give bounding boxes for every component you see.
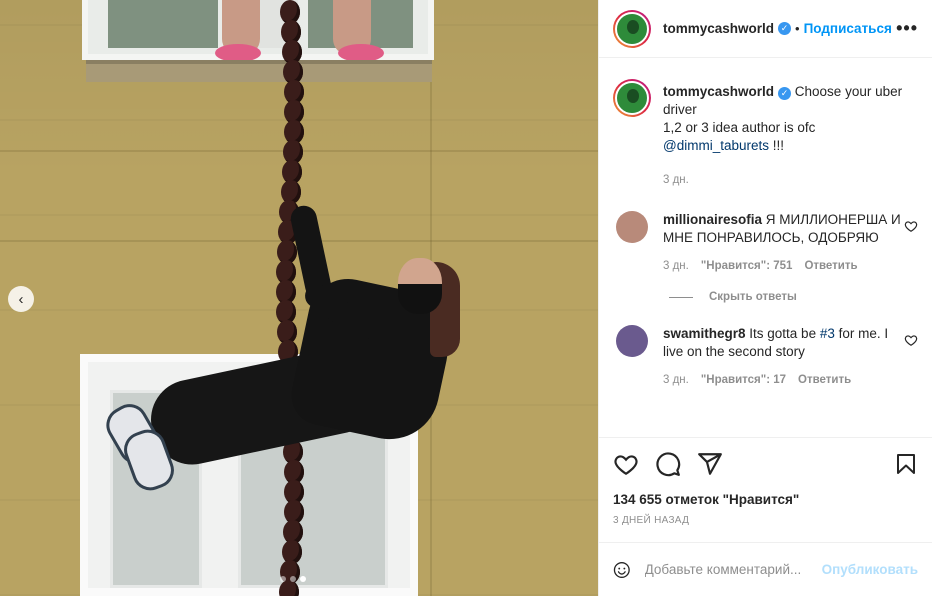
comment-input[interactable] [644,562,822,577]
post-date[interactable]: 3 ДНЕЙ НАЗАД [613,515,918,526]
emoji-icon[interactable] [613,558,631,582]
comment-likes[interactable]: "Нравится": 17 [701,371,786,389]
comment-composer: Опубликовать [599,542,932,596]
upper-window-sill [86,60,432,82]
carousel-dot [280,576,286,582]
post-header: tommycashworld ✓ • Подписаться ••• [599,0,932,58]
comment-username[interactable]: swamithegr8 [663,326,746,341]
comment-time[interactable]: 3 дн. [663,371,689,389]
author-avatar[interactable] [613,79,651,117]
comment-username[interactable]: millionairesofia [663,212,762,227]
post-comment-button[interactable]: Опубликовать [822,562,918,577]
mention-link[interactable]: @dimmi_taburets [663,138,769,153]
comment-likes[interactable]: "Нравится": 751 [701,257,793,275]
commenter-avatar[interactable] [616,211,648,243]
separator-dot: • [795,21,800,36]
heart-icon[interactable] [613,451,639,477]
comments-list[interactable]: tommycashworld ✓ Choose your uber driver … [599,59,932,437]
verified-badge-icon: ✓ [778,22,792,35]
post-side-panel: tommycashworld ✓ • Подписаться ••• tommy… [598,0,932,596]
post-image[interactable]: ‹ [0,0,598,596]
follow-button[interactable]: Подписаться [804,21,892,36]
braid-segment [279,580,300,596]
comment-time[interactable]: 3 дн. [663,257,689,275]
commenter-avatar[interactable] [616,325,648,357]
caption: tommycashworld ✓ Choose your uber driver … [599,79,932,189]
carousel-prev-button[interactable]: ‹ [8,286,34,312]
more-options-icon[interactable]: ••• [896,18,918,39]
comment-text: Its gotta be [745,326,820,341]
caption-time[interactable]: 3 дн. [663,171,689,189]
likes-count[interactable]: 134 655 отметок "Нравится" [613,492,918,507]
hide-replies-button[interactable]: Скрыть ответы [599,291,932,303]
share-icon[interactable] [697,451,723,477]
author-username[interactable]: tommycashworld [663,21,774,36]
caption-text: !!! [769,138,785,153]
divider-line [669,296,693,298]
reply-button[interactable]: Ответить [804,257,857,275]
carousel-dot [290,576,296,582]
verified-badge-icon: ✓ [778,86,792,100]
comment-item: swamithegr8 Its gotta be #3 for me. I li… [599,325,932,389]
caption-text: 1,2 or 3 idea author is ofc [663,120,816,135]
hashtag-link[interactable]: #3 [820,326,835,341]
reply-button[interactable]: Ответить [798,371,851,389]
carousel-dot-active [300,576,306,582]
braid [276,0,304,596]
caption-username[interactable]: tommycashworld [663,84,774,99]
hide-replies-label: Скрыть ответы [709,291,797,303]
comment-like-heart-icon[interactable] [904,219,918,233]
author-avatar[interactable] [613,9,651,48]
chevron-left-icon: ‹ [18,290,24,308]
carousel-indicator [280,576,306,582]
bookmark-icon[interactable] [894,452,918,476]
comment-icon[interactable] [655,451,681,477]
comment-item: millionairesofia Я МИЛЛИОНЕРША И МНЕ ПОН… [599,211,932,275]
post-actions: 134 655 отметок "Нравится" 3 ДНЕЙ НАЗАД [599,437,932,526]
comment-like-heart-icon[interactable] [904,333,918,347]
